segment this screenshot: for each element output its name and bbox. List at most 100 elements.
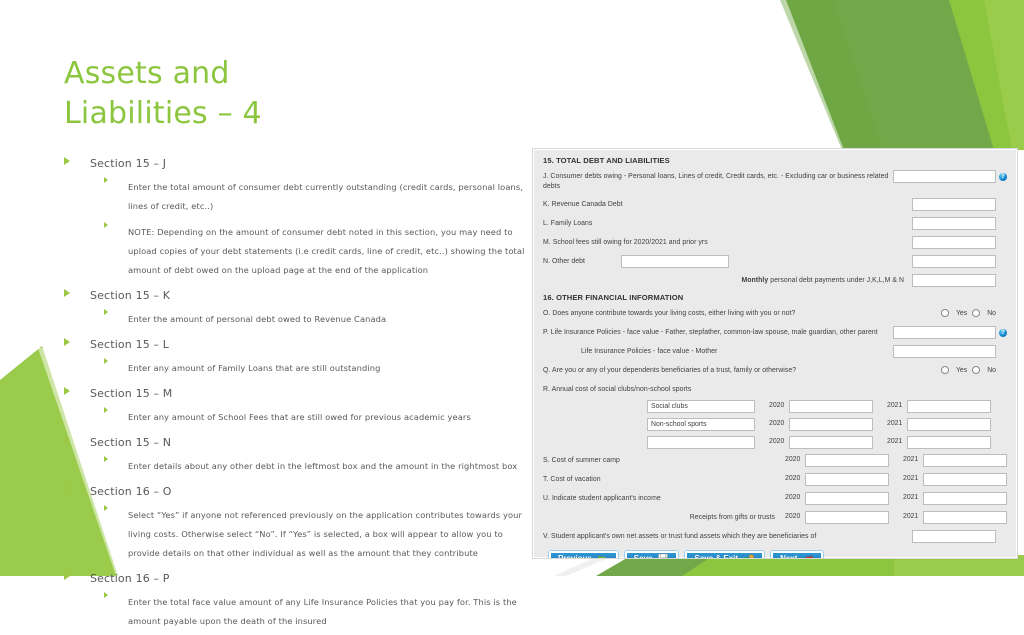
radio-q-yes[interactable] (940, 366, 949, 374)
input-summer-camp-2021[interactable] (923, 454, 1007, 467)
input-r-activity-2[interactable]: Non-school sports (647, 418, 755, 431)
input-student-income-2021[interactable] (923, 492, 1007, 505)
form-label-j: J. Consumer debts owing - Personal loans… (543, 173, 889, 190)
year-label-2021-r3: 2021 (887, 438, 903, 445)
bullet-triangle-icon (104, 407, 108, 413)
list-item-label: Enter any amount of Family Loans that ar… (128, 363, 381, 373)
bullet-triangle-icon (64, 485, 70, 493)
input-gifts-trusts-2021[interactable] (923, 511, 1007, 524)
radio-group-q[interactable]: Yes No (940, 364, 996, 374)
help-icon-placeholder (999, 258, 1007, 266)
input-r-2021-1[interactable] (907, 400, 991, 413)
list-item-label: Enter the amount of personal debt owed t… (128, 314, 387, 324)
input-monthly-debt-payments[interactable] (912, 274, 996, 287)
form-label-u: U. Indicate student applicant's income (543, 495, 661, 502)
year-label-2020-gifts: 2020 (785, 513, 801, 520)
bullet-triangle-icon (104, 309, 108, 315)
year-label-2020-r2: 2020 (769, 420, 785, 427)
input-life-insurance-mother[interactable] (893, 345, 996, 358)
list-item-label: Section 15 – K (90, 289, 171, 302)
input-r-2020-1[interactable] (789, 400, 873, 413)
form-row-k: K. Revenue Canada Debt (543, 198, 1007, 211)
year-label-2020-t: 2020 (785, 475, 801, 482)
form-row-l: L. Family Loans (543, 217, 1007, 230)
radio-q-no[interactable] (972, 366, 981, 374)
previous-button[interactable]: Previous (549, 551, 618, 558)
form-row-q: Q. Are you or any of your dependents ben… (543, 364, 1007, 377)
page-title-line-1: Assets and (64, 56, 230, 91)
input-gifts-trusts-2020[interactable] (805, 511, 889, 524)
form-label-n: N. Other debt (543, 258, 586, 265)
list-item-label: Section 15 – N (90, 436, 172, 449)
list-item: Enter any amount of School Fees that are… (60, 405, 530, 424)
list-item-label: Section 16 – P (90, 572, 170, 585)
input-consumer-debts[interactable] (893, 170, 996, 183)
radio-o-no-label: No (987, 309, 996, 317)
list-item-label: Section 16 – O (90, 485, 172, 498)
input-r-2020-2[interactable] (789, 418, 873, 431)
next-button[interactable]: Next (771, 551, 824, 558)
input-r-2021-3[interactable] (907, 436, 991, 449)
input-other-debt-description[interactable] (621, 255, 729, 268)
year-label-2021-t: 2021 (903, 475, 919, 482)
help-icon-placeholder (999, 533, 1007, 541)
input-student-income-2020[interactable] (805, 492, 889, 505)
input-r-activity-1[interactable]: Social clubs (647, 400, 755, 413)
form-action-buttons: Previous Save Save & Exit Next (543, 551, 1007, 559)
bullet-triangle-icon (64, 338, 70, 346)
form-label-q: Q. Are you or any of your dependents ben… (543, 367, 797, 374)
bullet-triangle-icon (104, 456, 108, 462)
year-label-2021-u: 2021 (903, 494, 919, 501)
radio-o-no[interactable] (972, 309, 981, 317)
help-icon-placeholder (999, 348, 1007, 356)
embedded-form-screenshot: 15. TOTAL DEBT AND LIABILITIES J. Consum… (532, 148, 1018, 559)
input-other-debt-amount[interactable] (912, 255, 996, 268)
input-r-2021-2[interactable] (907, 418, 991, 431)
list-item: Enter the total amount of consumer debt … (60, 175, 530, 213)
form-row-v: V. Student applicant's own net assets or… (543, 530, 1007, 543)
form-row-r: R. Annual cost of social clubs/non-schoo… (543, 383, 1007, 396)
form-label-p: P. Life Insurance Policies - face value … (543, 329, 878, 336)
input-life-insurance-father[interactable] (893, 326, 996, 339)
list-item: Section 15 – L (60, 333, 530, 352)
input-r-activity-3[interactable] (647, 436, 755, 449)
input-r-2020-3[interactable] (789, 436, 873, 449)
form-row-j: J. Consumer debts owing - Personal loans… (543, 170, 1007, 192)
save-button-label: Save (633, 554, 653, 559)
help-icon-placeholder (999, 201, 1007, 209)
section-15-heading: 15. TOTAL DEBT AND LIABILITIES (543, 156, 670, 165)
input-revenue-canada-debt[interactable] (912, 198, 996, 211)
radio-q-no-label: No (987, 366, 996, 374)
help-icon[interactable]: ? (999, 173, 1007, 181)
list-item-label: Enter the total amount of consumer debt … (128, 182, 524, 211)
input-school-fees-owing[interactable] (912, 236, 996, 249)
input-vacation-2021[interactable] (923, 473, 1007, 486)
save-and-exit-button-label: Save & Exit (694, 554, 739, 559)
input-family-loans[interactable] (912, 217, 996, 230)
list-item: Section 15 – M (60, 382, 530, 401)
list-item: Enter details about any other debt in th… (60, 454, 530, 473)
list-item: NOTE: Depending on the amount of consume… (60, 220, 530, 277)
radio-group-o[interactable]: Yes No (940, 307, 996, 317)
decorative-green-shape-top-right (772, 0, 1024, 150)
form-label-l: L. Family Loans (543, 220, 593, 227)
radio-o-yes-label: Yes (955, 309, 968, 317)
input-vacation-2020[interactable] (805, 473, 889, 486)
form-row-n-spacer (729, 255, 912, 257)
help-icon-placeholder (999, 367, 1007, 375)
form-row-monthly-payments: Monthly personal debt payments under J,K… (543, 274, 1007, 287)
help-icon-placeholder (999, 239, 1007, 247)
save-button[interactable]: Save (624, 551, 679, 559)
form-label-u-gifts: Receipts from gifts or trusts (689, 514, 775, 521)
input-student-net-assets[interactable] (912, 530, 996, 543)
input-summer-camp-2020[interactable] (805, 454, 889, 467)
form-row-r-2: Non-school sports 2020 2021 (543, 418, 1007, 431)
form-row-r-3: 2020 2021 (543, 436, 1007, 449)
save-and-exit-button[interactable]: Save & Exit (685, 551, 765, 559)
back-arrow-icon (596, 554, 607, 558)
radio-o-yes[interactable] (940, 309, 949, 317)
list-item: Section 15 – J (60, 152, 530, 171)
form-label-o: O. Does anyone contribute towards your l… (543, 310, 796, 317)
form-label-monthly-rest: personal debt payments under J,K,L,M & N (768, 277, 904, 284)
help-icon[interactable]: ? (999, 329, 1007, 337)
